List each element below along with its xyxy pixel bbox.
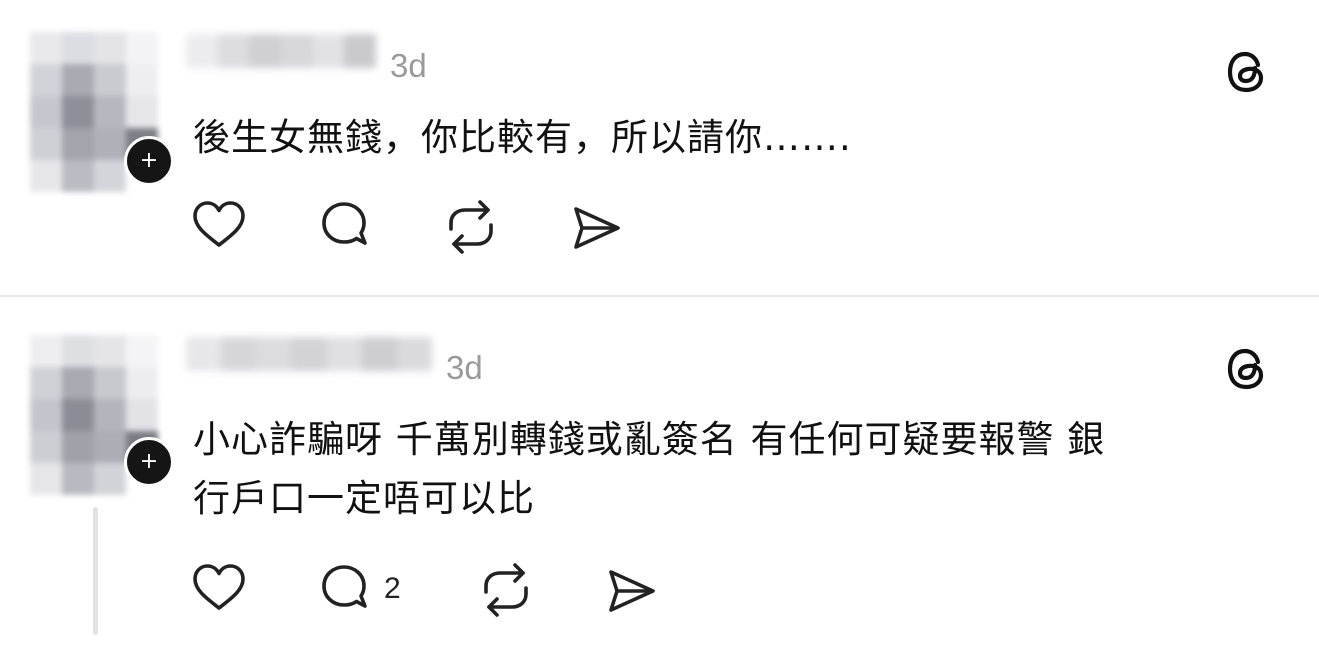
- like-button[interactable]: [191, 198, 247, 254]
- reply-post: + 3d 後生女無錢，你比較有，所以請你…….: [0, 0, 1319, 296]
- share-icon: [609, 570, 655, 612]
- threads-logo-icon[interactable]: [1223, 345, 1271, 393]
- post-text: 小心詐騙呀 千萬別轉錢或亂簽名 有任何可疑要報警 銀 行戶口一定唔可以比: [193, 410, 1105, 528]
- follow-badge[interactable]: +: [124, 136, 174, 186]
- repost-button[interactable]: [478, 562, 534, 618]
- post-text: 後生女無錢，你比較有，所以請你…….: [193, 112, 852, 164]
- threads-logo-icon[interactable]: [1223, 48, 1271, 96]
- comment-icon: [322, 202, 367, 245]
- share-icon: [574, 207, 620, 249]
- heart-icon: [193, 201, 245, 247]
- comment-icon: [322, 565, 367, 608]
- heart-icon: [193, 564, 245, 610]
- reply-count[interactable]: 2: [384, 572, 401, 606]
- post-text-line: 小心詐騙呀 千萬別轉錢或亂簽名 有任何可疑要報警 銀: [193, 418, 1106, 461]
- repost-icon: [449, 200, 493, 254]
- repost-button[interactable]: [443, 199, 499, 255]
- share-button[interactable]: [568, 201, 624, 257]
- share-button[interactable]: [603, 564, 659, 620]
- thread-line: [93, 507, 98, 635]
- username[interactable]: [186, 337, 432, 371]
- username[interactable]: [186, 34, 377, 68]
- timestamp: 3d: [446, 349, 483, 386]
- timestamp: 3d: [390, 47, 427, 84]
- comment-button[interactable]: [317, 199, 373, 255]
- reply-post: + 3d 小心詐騙呀 千萬別轉錢或亂簽名 有任何可疑要報警 銀 行戶口一定唔可以…: [0, 297, 1319, 657]
- follow-badge[interactable]: +: [124, 437, 174, 487]
- repost-icon: [484, 563, 528, 617]
- post-text-line: 後生女無錢，你比較有，所以請你…….: [193, 116, 852, 159]
- post-text-line: 行戶口一定唔可以比: [193, 477, 535, 520]
- like-button[interactable]: [191, 561, 247, 617]
- comment-button[interactable]: [317, 562, 373, 618]
